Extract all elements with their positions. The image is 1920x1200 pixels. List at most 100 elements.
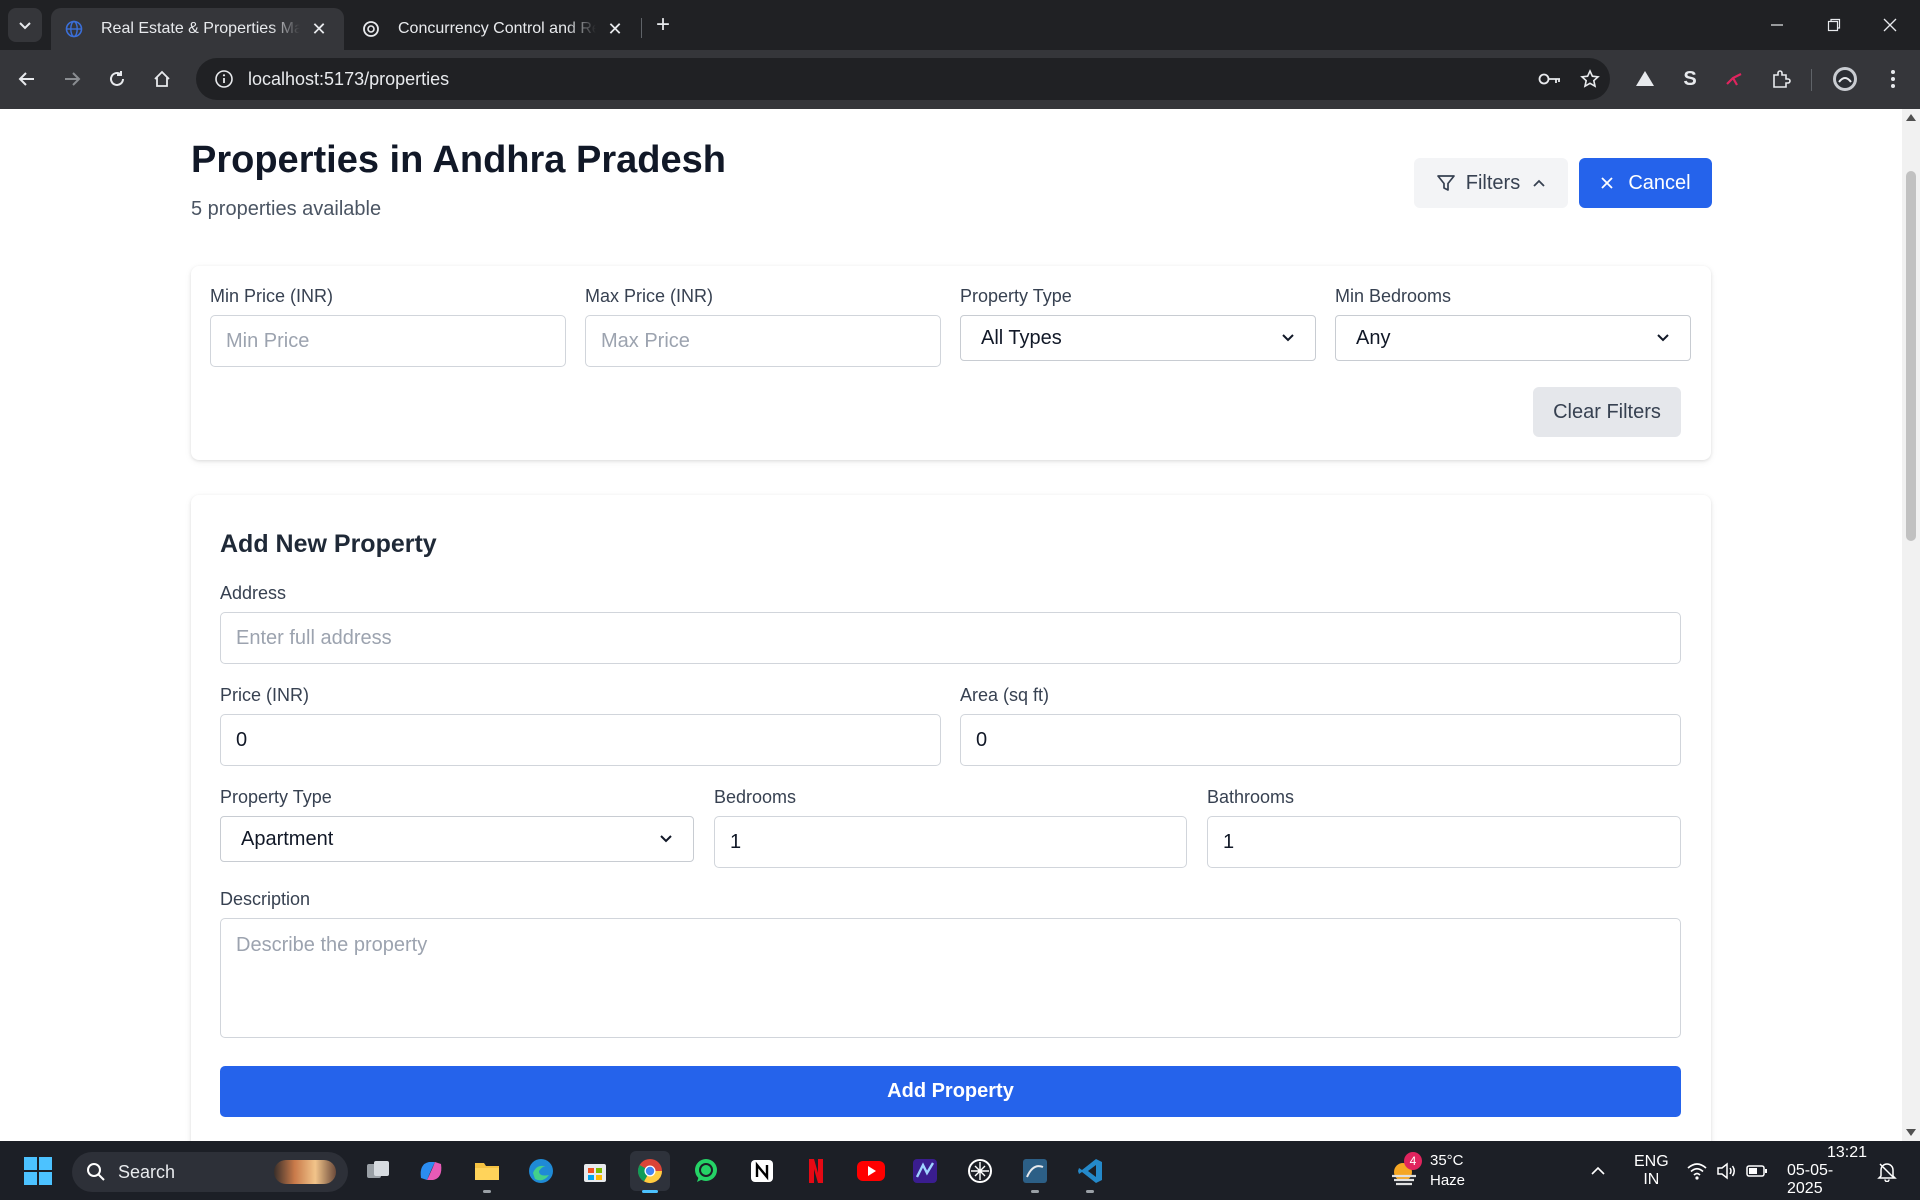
tab-title: Concurrency Control and Recov [398,20,596,37]
area-input[interactable] [960,714,1681,766]
taskbar-search-box[interactable]: Search [72,1152,348,1192]
whatsapp-icon[interactable] [686,1151,726,1191]
min-price-label: Min Price (INR) [210,286,334,306]
area-label: Area (sq ft) [960,685,1050,705]
max-price-input[interactable] [585,315,941,367]
scroll-up-icon[interactable] [1906,114,1916,121]
add-property-button[interactable]: Add Property [220,1066,1681,1117]
property-type-filter-label: Property Type [960,286,1072,306]
max-price-label: Max Price (INR) [585,286,714,306]
microsoft-store-icon[interactable] [575,1151,615,1191]
min-bedrooms-select[interactable]: Any [1335,315,1691,361]
min-bedrooms-value: Any [1356,326,1391,349]
system-clock[interactable]: 13:21 05-05-2025 [1787,1141,1867,1200]
bathrooms-input[interactable] [1207,816,1681,868]
forward-arrow-icon[interactable] [55,62,89,96]
windows-start-icon[interactable] [24,1157,52,1185]
browser-tab[interactable]: Concurrency Control and Recov ✕ [348,8,640,50]
bookmark-star-icon[interactable] [1570,69,1610,89]
clock-date: 05-05-2025 [1787,1161,1834,1197]
reload-icon[interactable] [100,62,134,96]
close-tab-icon[interactable]: ✕ [604,18,626,40]
page-scrollbar[interactable] [1902,109,1920,1141]
address-bar[interactable]: localhost:5173/properties [196,58,1610,100]
restore-icon[interactable] [1806,0,1862,50]
cancel-button[interactable]: Cancel [1579,158,1712,208]
chrome-browser-icon[interactable] [630,1151,670,1193]
netflix-icon[interactable] [796,1151,836,1191]
weather-haze-icon: 4 [1388,1151,1422,1188]
openai-icon [362,20,380,38]
kebab-menu-icon[interactable] [1876,62,1910,96]
address-label: Address [220,583,287,603]
weather-condition: Haze [1430,1171,1466,1189]
add-property-title: Add New Property [220,530,437,558]
close-window-icon[interactable] [1862,0,1918,50]
search-icon [87,1163,105,1181]
browser-tab-bar: Real Estate & Properties Manag ✕ Concurr… [0,0,1920,50]
mysql-workbench-icon[interactable] [1015,1151,1055,1193]
wifi-icon[interactable] [1686,1141,1708,1200]
page-title: Properties in Andhra Pradesh [191,139,726,181]
task-view-icon[interactable] [358,1151,398,1191]
back-arrow-icon[interactable] [10,62,44,96]
bedrooms-input[interactable] [714,816,1187,868]
puzzle-extensions-icon[interactable] [1764,62,1798,96]
weather-badge: 4 [1404,1151,1422,1170]
scrollbar-thumb[interactable] [1906,171,1916,541]
profile-avatar-icon[interactable] [1828,62,1862,96]
property-type-filter-value: All Types [981,326,1062,349]
password-key-icon[interactable] [1530,71,1570,87]
new-tab-button[interactable]: + [648,10,678,40]
red-extension-icon[interactable] [1717,62,1751,96]
close-tab-icon[interactable]: ✕ [308,18,330,40]
properties-count: 5 properties available [191,198,382,220]
price-input[interactable] [220,714,941,766]
min-price-input[interactable] [210,315,566,367]
scroll-down-icon[interactable] [1906,1129,1916,1136]
tab-search-button[interactable] [8,8,42,42]
page-viewport: Properties in Andhra Pradesh 5 propertie… [0,109,1920,1141]
edge-browser-icon[interactable] [521,1151,561,1191]
chevron-down-icon [1281,333,1295,343]
copilot-icon[interactable] [411,1151,451,1191]
property-type-filter-select[interactable]: All Types [960,315,1316,361]
globe-icon [65,20,83,38]
chevron-up-icon [1532,178,1546,188]
weather-widget[interactable]: 4 35°C Haze [1388,1141,1465,1200]
vscode-icon[interactable] [1070,1151,1110,1193]
description-label: Description [220,889,311,909]
show-hidden-icons-icon[interactable] [1590,1141,1606,1200]
weather-temperature: 35°C [1430,1151,1464,1169]
volume-icon[interactable] [1716,1141,1738,1200]
home-icon[interactable] [145,62,179,96]
region-code: IN [1643,1170,1660,1188]
purple-app-icon[interactable] [905,1151,945,1191]
bathrooms-label: Bathrooms [1207,787,1295,807]
property-type-select[interactable]: Apartment [220,816,694,862]
address-input[interactable] [220,612,1681,664]
url-text: localhost:5173/properties [248,68,450,89]
search-highlight-image [274,1160,336,1184]
tab-divider [641,18,642,38]
filters-toggle-button[interactable]: Filters [1414,158,1568,208]
description-textarea[interactable] [220,918,1681,1038]
property-type-value: Apartment [241,827,334,850]
chevron-down-icon [659,834,673,844]
drive-extension-icon[interactable] [1628,62,1662,96]
input-language-indicator[interactable]: ENG IN [1634,1141,1669,1200]
youtube-icon[interactable] [851,1151,891,1191]
battery-icon[interactable] [1746,1141,1768,1200]
file-explorer-icon[interactable] [467,1151,507,1193]
s-extension-icon[interactable]: S [1673,62,1707,96]
chatgpt-icon[interactable] [960,1151,1000,1191]
min-bedrooms-label: Min Bedrooms [1335,286,1452,306]
minimize-icon[interactable] [1749,0,1805,50]
notification-bell-icon[interactable] [1876,1141,1898,1200]
browser-tab-active[interactable]: Real Estate & Properties Manag ✕ [51,8,344,50]
taskbar-search-label: Search [118,1161,176,1182]
close-icon [1600,176,1614,190]
site-info-icon[interactable] [204,69,244,89]
notion-icon[interactable] [742,1151,782,1191]
clear-filters-button[interactable]: Clear Filters [1533,387,1681,437]
